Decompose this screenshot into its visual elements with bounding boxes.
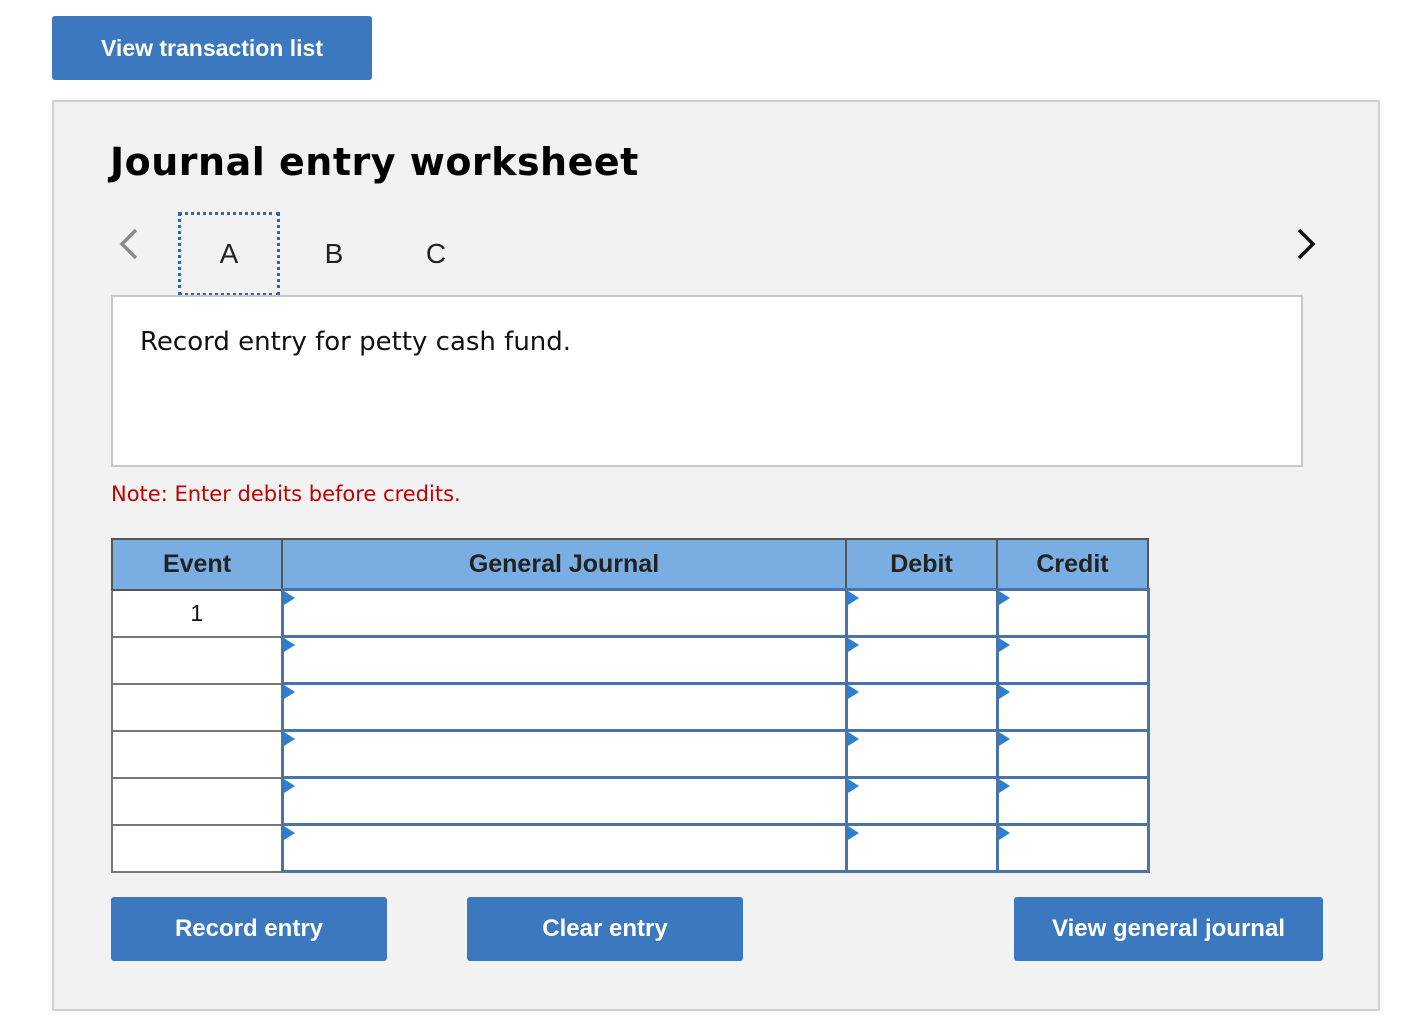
credit-input[interactable] <box>995 588 1150 638</box>
dropdown-triangle-icon <box>283 826 295 840</box>
tab-a-label: A <box>219 238 239 269</box>
record-entry-button[interactable]: Record entry <box>111 897 387 961</box>
credit-input[interactable] <box>995 776 1150 826</box>
event-cell <box>111 682 283 732</box>
debit-input[interactable] <box>844 588 999 638</box>
view-transaction-list-button[interactable]: View transaction list <box>52 16 372 80</box>
dropdown-triangle-icon <box>998 638 1010 652</box>
dropdown-triangle-icon <box>847 779 859 793</box>
dropdown-triangle-icon <box>283 732 295 746</box>
dropdown-triangle-icon <box>847 826 859 840</box>
account-select[interactable] <box>280 635 848 685</box>
journal-entry-panel: Journal entry worksheet A B C Record ent… <box>52 100 1380 1011</box>
tab-b-label: B <box>324 238 344 269</box>
debit-input[interactable] <box>844 729 999 779</box>
account-select[interactable] <box>280 729 848 779</box>
dropdown-triangle-icon <box>847 732 859 746</box>
dropdown-triangle-icon <box>998 732 1010 746</box>
tab-a[interactable]: A <box>178 212 280 296</box>
dropdown-triangle-icon <box>847 591 859 605</box>
chevron-left-icon[interactable] <box>114 226 144 262</box>
dropdown-triangle-icon <box>283 591 295 605</box>
credit-input[interactable] <box>995 729 1150 779</box>
debit-input[interactable] <box>844 823 999 873</box>
event-cell: 1 <box>111 588 283 638</box>
chevron-right-icon[interactable] <box>1291 226 1321 262</box>
event-cell <box>111 729 283 779</box>
account-select[interactable] <box>280 588 848 638</box>
dropdown-triangle-icon <box>998 591 1010 605</box>
table-row <box>111 823 1150 873</box>
table-row <box>111 635 1150 685</box>
tab-c-label: C <box>425 238 447 269</box>
dropdown-triangle-icon <box>998 826 1010 840</box>
dropdown-triangle-icon <box>283 638 295 652</box>
credit-input[interactable] <box>995 635 1150 685</box>
credit-input[interactable] <box>995 823 1150 873</box>
event-cell <box>111 823 283 873</box>
general-journal-header: General Journal <box>281 538 847 591</box>
credit-header: Credit <box>996 538 1149 591</box>
event-header: Event <box>111 538 283 591</box>
clear-entry-button[interactable]: Clear entry <box>467 897 743 961</box>
dropdown-triangle-icon <box>998 779 1010 793</box>
debit-input[interactable] <box>844 682 999 732</box>
worksheet-title: Journal entry worksheet <box>110 140 639 184</box>
tab-c[interactable]: C <box>385 212 487 296</box>
dropdown-triangle-icon <box>847 685 859 699</box>
journal-table: Event General Journal Debit Credit 1 <box>111 538 1150 873</box>
account-select[interactable] <box>280 823 848 873</box>
tab-b[interactable]: B <box>283 212 385 296</box>
account-select[interactable] <box>280 776 848 826</box>
table-row <box>111 729 1150 779</box>
journal-table-header: Event General Journal Debit Credit <box>111 538 1149 591</box>
dropdown-triangle-icon <box>283 779 295 793</box>
event-cell <box>111 635 283 685</box>
event-cell <box>111 776 283 826</box>
dropdown-triangle-icon <box>847 638 859 652</box>
view-general-journal-button[interactable]: View general journal <box>1014 897 1323 961</box>
account-select[interactable] <box>280 682 848 732</box>
table-row <box>111 776 1150 826</box>
debit-input[interactable] <box>844 635 999 685</box>
dropdown-triangle-icon <box>283 685 295 699</box>
entry-description: Record entry for petty cash fund. <box>140 327 572 357</box>
table-row: 1 <box>111 588 1150 638</box>
entry-description-box: Record entry for petty cash fund. <box>111 295 1303 467</box>
debit-credit-note: Note: Enter debits before credits. <box>111 482 461 506</box>
credit-input[interactable] <box>995 682 1150 732</box>
debit-header: Debit <box>845 538 998 591</box>
debit-input[interactable] <box>844 776 999 826</box>
dropdown-triangle-icon <box>998 685 1010 699</box>
table-row <box>111 682 1150 732</box>
